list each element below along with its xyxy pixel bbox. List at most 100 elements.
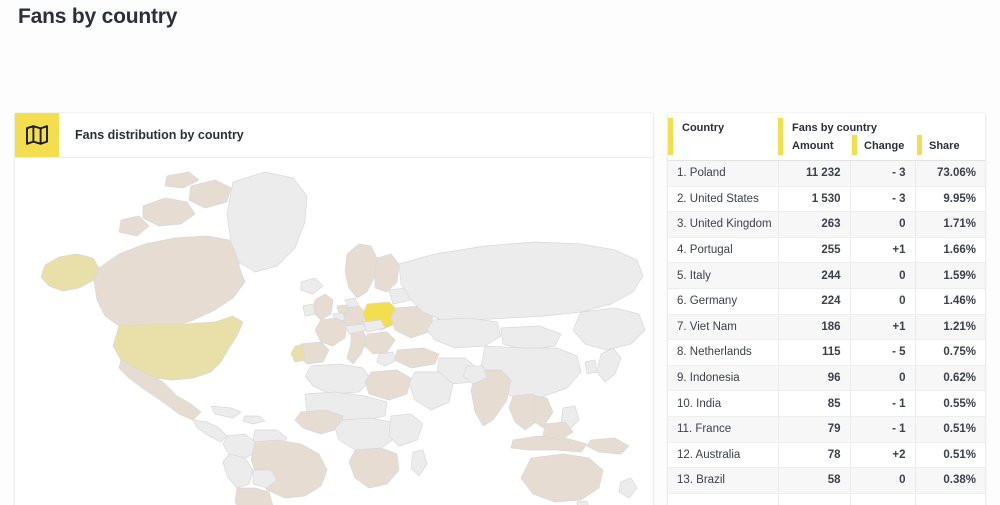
country-russia [399, 242, 643, 320]
cell-country: 8. Netherlands [668, 340, 778, 366]
table-row[interactable]: 11. France79- 10.51% [668, 416, 985, 442]
cell-share: 73.06% [915, 161, 985, 187]
country-indonesia [511, 436, 587, 452]
cell-change: - 3 [850, 186, 915, 212]
cell-amount [778, 493, 850, 505]
cell-amount: 224 [778, 288, 850, 314]
country-greenland [227, 172, 307, 272]
country-japan [597, 348, 621, 382]
cell-amount: 85 [778, 391, 850, 417]
country-norway-sweden [345, 244, 377, 298]
table-row[interactable]: 8. Netherlands115- 50.75% [668, 340, 985, 366]
cell-change: +1 [850, 314, 915, 340]
accent-bar-change [852, 135, 857, 155]
column-header-amount[interactable]: Fans by country Amount [778, 113, 850, 161]
map-panel-header: Fans distribution by country [15, 113, 653, 158]
cell-share: 0.62% [915, 365, 985, 391]
table-row[interactable]: 13. Brazil5800.38% [668, 468, 985, 494]
cell-amount: 79 [778, 416, 850, 442]
cell-share: 1.71% [915, 212, 985, 238]
cell-country: 12. Australia [668, 442, 778, 468]
table-row[interactable]: 7. Viet Nam186+11.21% [668, 314, 985, 340]
cell-country: 9. Indonesia [668, 365, 778, 391]
cell-amount: 186 [778, 314, 850, 340]
cell-share: 0.51% [915, 442, 985, 468]
table-row[interactable]: 10. India85- 10.55% [668, 391, 985, 417]
table-row[interactable]: 3. United Kingdom26301.71% [668, 212, 985, 238]
country-new-guinea [587, 438, 629, 454]
cell-amount: 1 530 [778, 186, 850, 212]
country-brazil [251, 440, 327, 498]
table-row[interactable]: 5. Italy24401.59% [668, 263, 985, 289]
cell-change: 0 [850, 365, 915, 391]
cell-share: 1.66% [915, 237, 985, 263]
country-new-zealand [619, 478, 637, 498]
country-iceland [301, 278, 323, 294]
country-morocco-algeria [305, 364, 371, 394]
map-icon [15, 113, 59, 157]
table-row[interactable]: 4. Portugal255+11.66% [668, 237, 985, 263]
cell-amount: 263 [778, 212, 850, 238]
country-turkey [395, 348, 439, 368]
page-title: Fans by country [18, 5, 177, 29]
cell-change [850, 493, 915, 505]
cell-country: 11. France [668, 416, 778, 442]
country-greece [377, 352, 397, 366]
world-map[interactable] [15, 158, 653, 505]
country-chile-argentina [235, 488, 273, 505]
table-row[interactable]: 1. Poland11 232- 373.06% [668, 161, 985, 187]
column-header-amount-label: Amount [792, 140, 834, 152]
table-row[interactable] [668, 493, 985, 505]
table-body: 1. Poland11 232- 373.06%2. United States… [668, 161, 985, 505]
cell-country: 13. Brazil [668, 468, 778, 494]
country-canada [94, 236, 245, 330]
country-central-africa [335, 418, 395, 450]
cell-amount: 115 [778, 340, 850, 366]
cell-amount: 11 232 [778, 161, 850, 187]
cell-country [668, 493, 778, 505]
accent-bar-share [917, 135, 922, 155]
country-libya-egypt [365, 370, 411, 400]
column-header-country[interactable]: Country [668, 113, 778, 161]
country-australia [521, 454, 603, 502]
country-ireland [303, 304, 315, 316]
country-cuba [211, 406, 241, 418]
fans-by-country-table-panel: Country Fans by country Amount Change [668, 113, 985, 505]
cell-share: 0.38% [915, 468, 985, 494]
column-header-change[interactable]: Change [850, 113, 915, 161]
cell-change: 0 [850, 212, 915, 238]
table-row[interactable]: 9. Indonesia9600.62% [668, 365, 985, 391]
country-korea [585, 360, 597, 374]
cell-share: 0.51% [915, 416, 985, 442]
column-header-share[interactable]: Share [915, 113, 985, 161]
cell-change: 0 [850, 288, 915, 314]
country-mongolia [501, 326, 561, 350]
cell-share: 1.59% [915, 263, 985, 289]
accent-bar-country [668, 118, 673, 155]
country-madagascar [411, 450, 427, 476]
cell-share: 9.95% [915, 186, 985, 212]
country-hispaniola [243, 416, 265, 424]
country-alaska [41, 254, 99, 291]
fans-table: Country Fans by country Amount Change [668, 113, 985, 505]
table-row[interactable]: 2. United States1 530- 39.95% [668, 186, 985, 212]
cell-share [915, 493, 985, 505]
country-east-africa [389, 414, 423, 446]
country-kazakhstan [427, 318, 501, 348]
cell-share: 1.46% [915, 288, 985, 314]
cell-share: 1.21% [915, 314, 985, 340]
cell-change: - 3 [850, 161, 915, 187]
cell-country: 4. Portugal [668, 237, 778, 263]
cell-country: 3. United Kingdom [668, 212, 778, 238]
cell-amount: 244 [778, 263, 850, 289]
table-row[interactable]: 6. Germany22401.46% [668, 288, 985, 314]
country-central-america [193, 420, 227, 442]
map-panel-title: Fans distribution by country [75, 113, 244, 157]
cell-amount: 255 [778, 237, 850, 263]
cell-change: 0 [850, 468, 915, 494]
cell-change: - 1 [850, 391, 915, 417]
cell-country: 7. Viet Nam [668, 314, 778, 340]
country-balkans [365, 332, 395, 354]
table-row[interactable]: 12. Australia78+20.51% [668, 442, 985, 468]
cell-change: +2 [850, 442, 915, 468]
